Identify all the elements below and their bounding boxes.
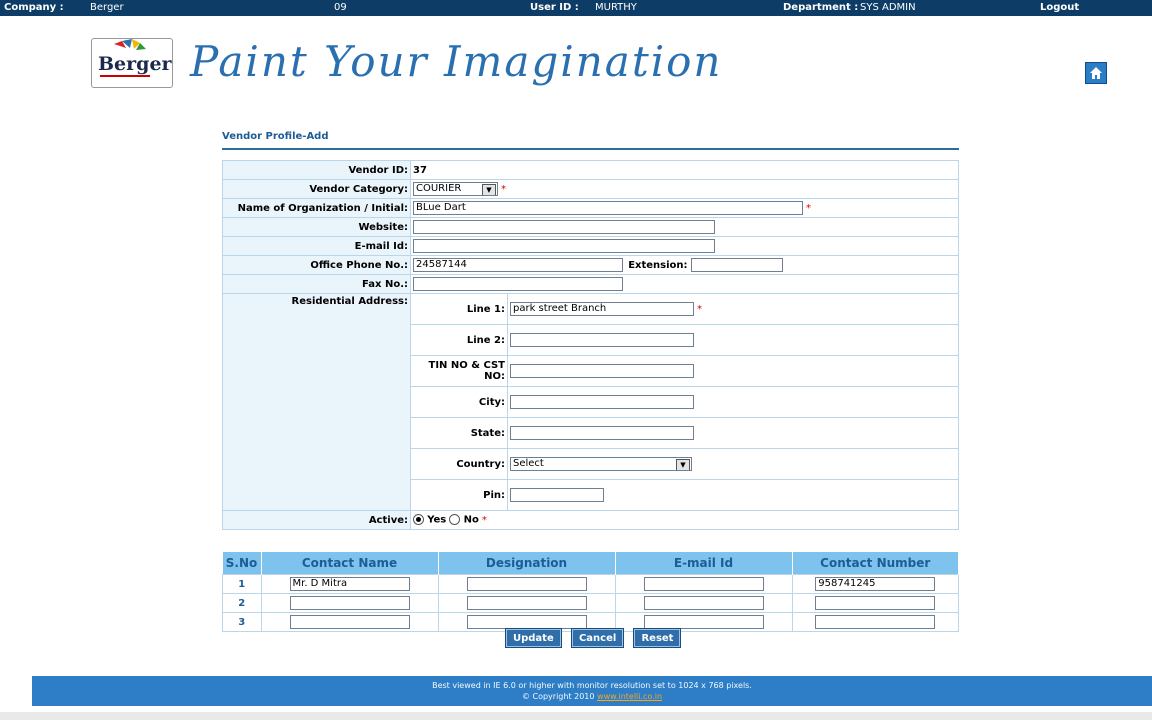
update-button[interactable]: Update — [506, 629, 561, 647]
contact-number-input[interactable] — [815, 596, 936, 610]
top-bar: Company : Berger 09 User ID : MURTHY Dep… — [0, 0, 1152, 16]
status-strip — [0, 712, 1152, 720]
department-label: Department : — [783, 2, 859, 13]
form-buttons: Update Cancel Reset — [506, 629, 688, 647]
contacts-table-wrap: S.No Contact Name Designation E-mail Id … — [222, 552, 959, 632]
designation-input[interactable] — [466, 577, 587, 591]
active-no-label: No — [463, 514, 479, 526]
tagline: Paint Your Imagination — [190, 37, 723, 86]
vendor-category-label: Vendor Category: — [222, 179, 411, 199]
company-label: Company : — [4, 2, 64, 13]
fax-input[interactable] — [413, 277, 623, 291]
state-label: State: — [411, 417, 508, 449]
col-email: E-mail Id — [615, 552, 793, 575]
row-sno: 1 — [222, 574, 262, 594]
state-input[interactable] — [510, 426, 694, 440]
line1-input[interactable]: park street Branch — [510, 302, 694, 316]
email-input[interactable] — [413, 239, 715, 253]
footer-link[interactable]: www.intelli.co.in — [597, 692, 662, 701]
table-row: 2 — [222, 593, 959, 613]
home-icon[interactable] — [1085, 62, 1107, 84]
reset-button[interactable]: Reset — [634, 629, 681, 647]
department-value: SYS ADMIN — [860, 2, 916, 13]
pin-label: Pin: — [411, 479, 508, 510]
cancel-button[interactable]: Cancel — [571, 629, 624, 647]
phone-label: Office Phone No.: — [222, 255, 411, 275]
contact-number-input[interactable] — [815, 615, 936, 629]
contact-email-input[interactable] — [643, 596, 764, 610]
footer-note: Best viewed in IE 6.0 or higher with mon… — [432, 681, 752, 690]
col-designation: Designation — [438, 552, 616, 575]
page-title: Vendor Profile-Add — [222, 131, 329, 142]
required-mark: * — [697, 304, 702, 315]
phone-input[interactable]: 24587144 — [413, 258, 623, 272]
city-input[interactable] — [510, 395, 694, 409]
website-label: Website: — [222, 217, 411, 237]
line2-input[interactable] — [510, 333, 694, 347]
tin-input[interactable] — [510, 364, 694, 378]
pin-input[interactable] — [510, 488, 604, 502]
footer: Best viewed in IE 6.0 or higher with mon… — [32, 676, 1152, 706]
contacts-table: S.No Contact Name Designation E-mail Id … — [222, 552, 959, 632]
dropdown-arrow-icon: ▼ — [676, 459, 690, 470]
col-contact-number: Contact Number — [792, 552, 959, 575]
org-name-label: Name of Organization / Initial: — [222, 198, 411, 218]
required-mark: * — [501, 184, 506, 195]
required-mark: * — [481, 514, 487, 526]
row-sno: 2 — [222, 593, 262, 613]
designation-input[interactable] — [466, 615, 587, 629]
country-label: Country: — [411, 448, 508, 480]
active-label: Active: — [222, 510, 411, 530]
row-sno: 3 — [222, 612, 262, 632]
vendor-id-label: Vendor ID: — [222, 160, 411, 180]
active-no-radio[interactable] — [449, 514, 461, 526]
company-value: Berger — [90, 2, 124, 13]
userid-value: MURTHY — [595, 2, 637, 13]
country-select[interactable]: Select ▼ — [510, 457, 692, 471]
city-label: City: — [411, 386, 508, 418]
dropdown-arrow-icon: ▼ — [482, 184, 496, 195]
logout-link[interactable]: Logout — [1040, 0, 1079, 16]
contact-email-input[interactable] — [643, 577, 764, 591]
col-sno: S.No — [222, 552, 262, 575]
active-yes-radio[interactable] — [413, 514, 424, 526]
email-label: E-mail Id: — [222, 236, 411, 256]
contact-name-input[interactable] — [289, 615, 410, 629]
tin-label: TIN NO & CST NO: — [411, 355, 508, 387]
address-label: Residential Address: — [222, 293, 411, 511]
active-yes-label: Yes — [427, 514, 447, 526]
designation-input[interactable] — [466, 596, 587, 610]
contact-email-input[interactable] — [643, 615, 764, 629]
footer-copyright: © Copyright 2010 — [521, 692, 595, 701]
table-row: 1 Mr. D Mitra 958741245 — [222, 574, 959, 594]
vendor-category-select[interactable]: COURIER ▼ — [413, 182, 498, 196]
vendor-category-value: COURIER — [416, 183, 462, 194]
userid-label: User ID : — [530, 2, 579, 13]
berger-logo: Berger — [91, 38, 173, 88]
title-divider — [222, 148, 959, 150]
website-input[interactable] — [413, 220, 715, 234]
extension-label: Extension: — [628, 260, 688, 271]
fax-label: Fax No.: — [222, 274, 411, 294]
company-code: 09 — [334, 2, 347, 13]
vendor-form: Vendor ID: 37 Vendor Category: COURIER ▼… — [222, 160, 959, 530]
line2-label: Line 2: — [411, 324, 508, 356]
col-contact-name: Contact Name — [261, 552, 439, 575]
address-table: Line 1: park street Branch * Line 2: TIN … — [411, 294, 958, 510]
org-name-input[interactable]: BLue Dart — [413, 201, 803, 215]
logo-text: Berger — [98, 53, 172, 75]
contact-name-input[interactable]: Mr. D Mitra — [289, 577, 410, 591]
contact-number-input[interactable]: 958741245 — [815, 577, 936, 591]
extension-input[interactable] — [690, 258, 783, 272]
vendor-id-value: 37 — [413, 164, 427, 176]
country-value: Select — [513, 458, 544, 469]
required-mark: * — [806, 203, 811, 214]
contact-name-input[interactable] — [289, 596, 410, 610]
line1-label: Line 1: — [411, 294, 508, 325]
